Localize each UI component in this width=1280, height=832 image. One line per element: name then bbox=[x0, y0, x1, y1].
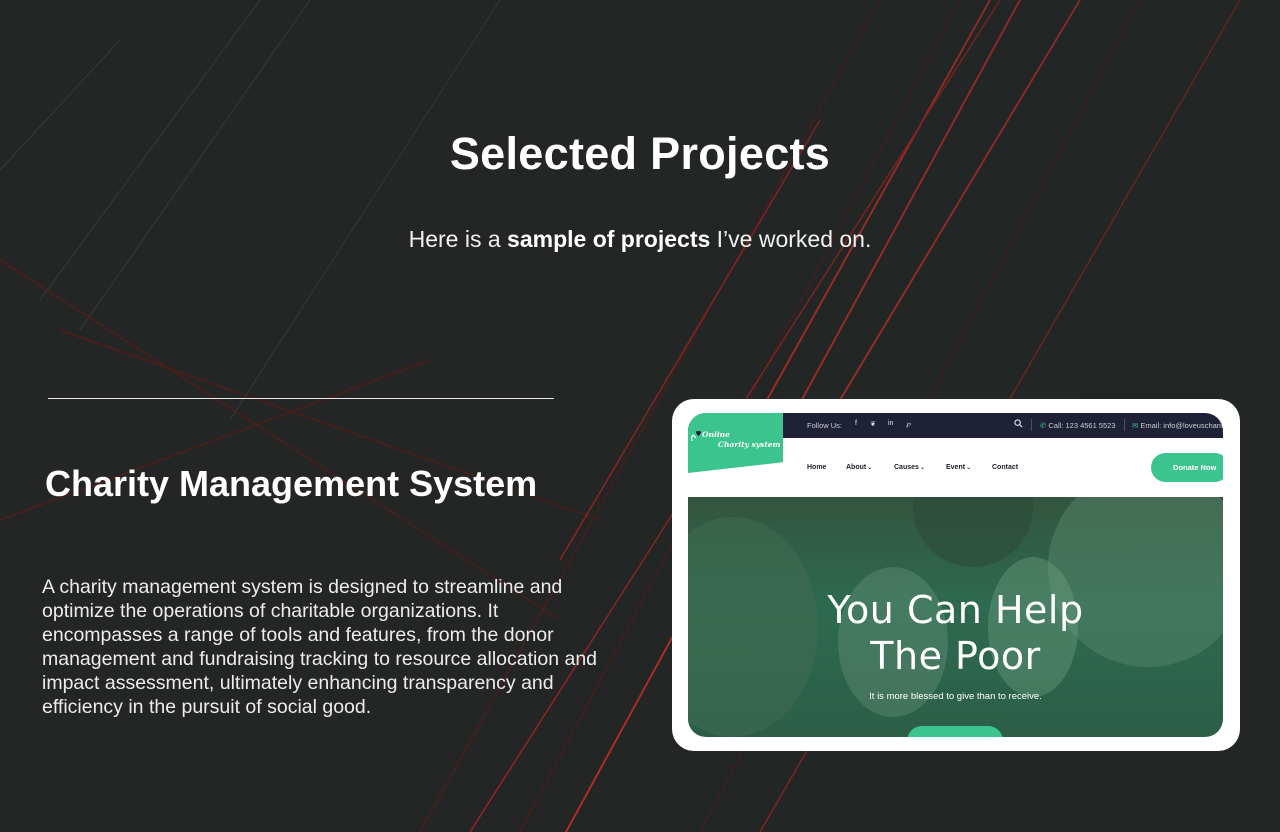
mail-icon: ✉ bbox=[1132, 421, 1139, 430]
topbar-separator bbox=[1031, 419, 1032, 431]
facebook-icon: f bbox=[855, 420, 857, 427]
project-description: A charity management system is designed … bbox=[42, 576, 598, 718]
nav-causes: Causes⌄ bbox=[894, 464, 925, 471]
hero-title-line-2: The Poor bbox=[870, 634, 1041, 678]
hero-banner: You Can Help The Poor It is more blessed… bbox=[688, 497, 1223, 737]
email-info: ✉ Email: info@loveuscharity bbox=[1132, 421, 1223, 430]
nav-causes-label: Causes bbox=[894, 464, 919, 471]
project-screenshot-card[interactable]: Follow Us: f ❦ in ℘ ✆ Call: 123 4561 552… bbox=[672, 399, 1240, 751]
nav-home: Home bbox=[807, 464, 827, 471]
hero-title: You Can Help The Poor bbox=[688, 587, 1223, 679]
nav-contact: Contact bbox=[992, 464, 1019, 471]
phone-icon: ✆ bbox=[1040, 421, 1047, 430]
subtitle-suffix: I’ve worked on. bbox=[710, 226, 872, 252]
nav-about-label: About bbox=[846, 464, 867, 471]
follow-us-label: Follow Us: bbox=[807, 421, 843, 430]
email-text: Email: info@loveuscharity bbox=[1140, 421, 1223, 430]
logo-line-2: Charity system bbox=[718, 440, 781, 449]
hero-subtitle: It is more blessed to give than to recei… bbox=[869, 691, 1042, 702]
nav-event-label: Event bbox=[946, 464, 966, 471]
donate-now-button: Donate Now bbox=[1151, 453, 1223, 482]
subtitle-emphasis: sample of projects bbox=[507, 226, 711, 252]
chevron-down-icon: ⌄ bbox=[867, 465, 873, 471]
twitter-icon: ❦ bbox=[870, 421, 876, 428]
logo-line-1: Online bbox=[702, 430, 730, 439]
chevron-down-icon: ⌄ bbox=[966, 465, 972, 471]
section-subtitle: Here is a sample of projects I’ve worked… bbox=[0, 226, 1280, 253]
chevron-down-icon: ⌄ bbox=[919, 465, 925, 471]
topbar-separator bbox=[1124, 419, 1125, 431]
linkedin-icon: in bbox=[888, 420, 894, 427]
nav-event: Event⌄ bbox=[946, 464, 971, 471]
call-text: Call: 123 4561 5523 bbox=[1048, 421, 1116, 430]
website-preview: Follow Us: f ❦ in ℘ ✆ Call: 123 4561 552… bbox=[688, 413, 1223, 737]
project-title: Charity Management System bbox=[45, 463, 538, 504]
hand-heart-icon bbox=[691, 430, 701, 442]
search-icon bbox=[1014, 419, 1023, 428]
hero-title-line-1: You Can Help bbox=[827, 588, 1084, 632]
hero-cta-button bbox=[907, 726, 1003, 737]
section-title: Selected Projects bbox=[449, 128, 831, 179]
call-info: ✆ Call: 123 4561 5523 bbox=[1040, 421, 1116, 430]
nav-about: About⌄ bbox=[846, 464, 872, 471]
subtitle-prefix: Here is a bbox=[408, 226, 508, 252]
pinterest-icon: ℘ bbox=[906, 421, 911, 428]
hero-photo-shape bbox=[913, 497, 1033, 567]
divider bbox=[48, 398, 554, 399]
preview-logo: Online Charity system bbox=[688, 413, 783, 473]
